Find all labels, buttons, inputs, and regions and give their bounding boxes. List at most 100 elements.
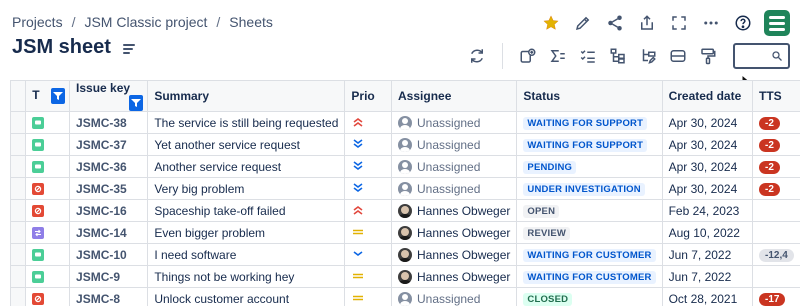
issue-key-cell[interactable]: JSMC-8 bbox=[69, 287, 149, 306]
table-row[interactable]: JSMC-37 Yet another service request Unassi… bbox=[10, 133, 800, 156]
hierarchy-icon[interactable] bbox=[607, 45, 629, 67]
assignee-cell[interactable]: Hannes Obweger bbox=[391, 221, 518, 244]
row-number-cell[interactable] bbox=[10, 265, 27, 288]
priority-cell[interactable] bbox=[344, 221, 393, 244]
breadcrumb-projects[interactable]: Projects bbox=[12, 14, 63, 30]
fullscreen-icon[interactable] bbox=[668, 12, 690, 34]
issue-key-cell[interactable]: JSMC-35 bbox=[69, 177, 149, 200]
breadcrumb-project[interactable]: JSM Classic project bbox=[84, 14, 207, 30]
assignee-cell[interactable]: Unassigned bbox=[391, 177, 518, 200]
share-icon[interactable] bbox=[604, 12, 626, 34]
type-cell[interactable] bbox=[25, 265, 71, 288]
assignee-cell[interactable]: Hannes Obweger bbox=[391, 265, 518, 288]
filter-icon[interactable] bbox=[129, 95, 144, 111]
status-cell[interactable]: CLOSED bbox=[516, 287, 663, 306]
assignee-cell[interactable]: Hannes Obweger bbox=[391, 199, 518, 222]
table-row[interactable]: JSMC-16 Spaceship take-off failed Hannes O… bbox=[10, 199, 800, 222]
refresh-icon[interactable] bbox=[466, 45, 488, 67]
help-icon[interactable] bbox=[732, 12, 754, 34]
table-row[interactable]: JSMC-14 Even bigger problem Hannes Obweger… bbox=[10, 221, 800, 244]
priority-cell[interactable] bbox=[344, 199, 393, 222]
sum-icon[interactable] bbox=[547, 45, 569, 67]
priority-cell[interactable] bbox=[344, 111, 393, 134]
column-header-issue-key[interactable]: Issue key bbox=[69, 80, 149, 112]
type-cell[interactable] bbox=[25, 243, 71, 266]
export-icon[interactable] bbox=[636, 12, 658, 34]
column-header-status[interactable]: Status bbox=[516, 80, 663, 112]
issue-key-cell[interactable]: JSMC-16 bbox=[69, 199, 149, 222]
status-cell[interactable]: WAITING FOR SUPPORT bbox=[516, 111, 663, 134]
status-cell[interactable]: WAITING FOR CUSTOMER bbox=[516, 243, 663, 266]
summary-cell[interactable]: Spaceship take-off failed bbox=[147, 199, 346, 222]
created-date-cell[interactable]: Aug 10, 2022 bbox=[661, 221, 753, 244]
table-row[interactable]: JSMC-8 Unlock customer account Unassigned C… bbox=[10, 287, 800, 306]
summary-cell[interactable]: The service is still being requested bbox=[147, 111, 346, 134]
row-number-cell[interactable] bbox=[10, 221, 27, 244]
hierarchy-edit-icon[interactable] bbox=[637, 45, 659, 67]
created-date-cell[interactable]: Apr 30, 2024 bbox=[661, 155, 753, 178]
title-menu-icon[interactable] bbox=[122, 43, 135, 54]
breadcrumb-sheets[interactable]: Sheets bbox=[229, 14, 273, 30]
type-cell[interactable] bbox=[25, 133, 71, 156]
row-number-cell[interactable] bbox=[10, 199, 27, 222]
priority-cell[interactable] bbox=[344, 155, 393, 178]
table-row[interactable]: JSMC-35 Very big problem Unassigned UNDER I… bbox=[10, 177, 800, 200]
app-logo[interactable] bbox=[764, 10, 790, 36]
summary-cell[interactable]: Very big problem bbox=[147, 177, 346, 200]
column-header-prio[interactable]: Prio bbox=[344, 80, 393, 112]
type-cell[interactable] bbox=[25, 155, 71, 178]
star-icon[interactable] bbox=[540, 12, 562, 34]
priority-cell[interactable] bbox=[344, 133, 393, 156]
tts-cell[interactable]: -2 bbox=[751, 133, 800, 156]
type-cell[interactable] bbox=[25, 287, 71, 306]
status-cell[interactable]: OPEN bbox=[516, 199, 663, 222]
tts-cell[interactable] bbox=[751, 221, 800, 244]
priority-cell[interactable] bbox=[344, 177, 393, 200]
summary-cell[interactable]: Things not be working hey bbox=[147, 265, 346, 288]
summary-cell[interactable]: Unlock customer account bbox=[147, 287, 346, 306]
summary-cell[interactable]: Yet another service request bbox=[147, 133, 346, 156]
column-header-assignee[interactable]: Assignee bbox=[391, 80, 518, 112]
summary-cell[interactable]: I need software bbox=[147, 243, 346, 266]
type-cell[interactable] bbox=[25, 177, 71, 200]
row-number-cell[interactable] bbox=[10, 287, 27, 306]
assignee-cell[interactable]: Unassigned bbox=[391, 133, 518, 156]
status-cell[interactable]: PENDING bbox=[516, 155, 663, 178]
type-cell[interactable] bbox=[25, 199, 71, 222]
tts-cell[interactable] bbox=[751, 265, 800, 288]
status-cell[interactable]: REVIEW bbox=[516, 221, 663, 244]
row-number-cell[interactable] bbox=[10, 177, 27, 200]
priority-cell[interactable] bbox=[344, 265, 393, 288]
format-paint-icon[interactable] bbox=[697, 45, 719, 67]
tts-cell[interactable]: -2 bbox=[751, 111, 800, 134]
created-date-cell[interactable]: Jun 7, 2022 bbox=[661, 243, 753, 266]
search-input[interactable] bbox=[733, 43, 790, 69]
priority-cell[interactable] bbox=[344, 287, 393, 306]
issue-key-cell[interactable]: JSMC-36 bbox=[69, 155, 149, 178]
row-number-cell[interactable] bbox=[10, 243, 27, 266]
checklist-icon[interactable] bbox=[577, 45, 599, 67]
table-row[interactable]: JSMC-9 Things not be working hey Hannes Ob… bbox=[10, 265, 800, 288]
status-cell[interactable]: WAITING FOR SUPPORT bbox=[516, 133, 663, 156]
issue-key-cell[interactable]: JSMC-9 bbox=[69, 265, 149, 288]
tts-cell[interactable]: -2 bbox=[751, 155, 800, 178]
column-header-tts[interactable]: TTS bbox=[751, 80, 800, 112]
tts-cell[interactable] bbox=[751, 199, 800, 222]
summary-cell[interactable]: Another service request bbox=[147, 155, 346, 178]
issue-key-cell[interactable]: JSMC-37 bbox=[69, 133, 149, 156]
created-date-cell[interactable]: Oct 28, 2021 bbox=[661, 287, 753, 306]
assignee-cell[interactable]: Unassigned bbox=[391, 287, 518, 306]
filter-icon[interactable] bbox=[51, 88, 66, 104]
table-row[interactable]: JSMC-36 Another service request Unassigned… bbox=[10, 155, 800, 178]
tts-cell[interactable]: -2 bbox=[751, 177, 800, 200]
edit-icon[interactable] bbox=[572, 12, 594, 34]
row-number-cell[interactable] bbox=[10, 133, 27, 156]
tts-cell[interactable]: -12,4 bbox=[751, 243, 800, 266]
status-cell[interactable]: UNDER INVESTIGATION bbox=[516, 177, 663, 200]
row-number-cell[interactable] bbox=[10, 155, 27, 178]
tts-cell[interactable]: -17 bbox=[751, 287, 800, 306]
created-date-cell[interactable]: Feb 24, 2023 bbox=[661, 199, 753, 222]
created-date-cell[interactable]: Apr 30, 2024 bbox=[661, 133, 753, 156]
issue-key-cell[interactable]: JSMC-38 bbox=[69, 111, 149, 134]
priority-cell[interactable] bbox=[344, 243, 393, 266]
